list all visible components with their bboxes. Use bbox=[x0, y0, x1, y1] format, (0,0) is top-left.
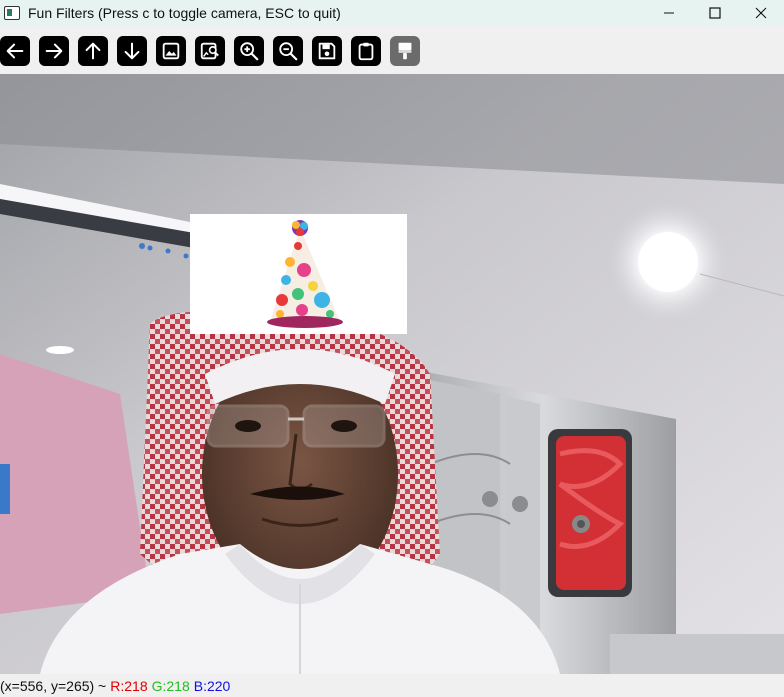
arrow-up-icon bbox=[85, 42, 101, 60]
pan-right-button[interactable] bbox=[39, 36, 69, 66]
party-hat-icon bbox=[190, 214, 407, 334]
arrow-down-icon bbox=[124, 42, 140, 60]
pixel-blue-value: B:220 bbox=[193, 677, 231, 694]
pan-left-button[interactable] bbox=[0, 36, 30, 66]
pixel-red-value: R:218 bbox=[110, 677, 148, 694]
zoom-out-icon bbox=[279, 42, 298, 61]
image-zoom-icon bbox=[200, 42, 219, 60]
copy-clipboard-button[interactable] bbox=[351, 36, 381, 66]
webcam-canvas[interactable] bbox=[0, 74, 784, 674]
save-icon bbox=[318, 42, 336, 60]
cursor-coords: (x=556, y=265) ~ bbox=[0, 677, 107, 694]
brush-icon bbox=[398, 42, 412, 60]
toolbar bbox=[0, 26, 784, 74]
pan-down-button[interactable] bbox=[117, 36, 147, 66]
pixel-green-value: G:218 bbox=[151, 677, 190, 694]
app-icon bbox=[4, 6, 20, 20]
maximize-button[interactable] bbox=[692, 0, 738, 26]
arrow-left-icon bbox=[6, 43, 24, 59]
minimize-button[interactable] bbox=[646, 0, 692, 26]
status-bar: (x=556, y=265) ~ R:218 G:218 B:220 bbox=[0, 674, 784, 697]
maximize-icon bbox=[709, 7, 721, 19]
properties-button[interactable] bbox=[390, 36, 420, 66]
zoom-original-button[interactable] bbox=[195, 36, 225, 66]
minimize-icon bbox=[664, 12, 674, 14]
save-button[interactable] bbox=[312, 36, 342, 66]
webcam-feed bbox=[0, 74, 784, 674]
image-icon bbox=[162, 42, 180, 60]
arrow-right-icon bbox=[45, 43, 63, 59]
pan-up-button[interactable] bbox=[78, 36, 108, 66]
zoom-out-button[interactable] bbox=[273, 36, 303, 66]
zoom-in-icon bbox=[240, 42, 259, 61]
window-title: Fun Filters (Press c to toggle camera, E… bbox=[28, 5, 341, 21]
close-icon bbox=[755, 7, 767, 19]
title-bar: Fun Filters (Press c to toggle camera, E… bbox=[0, 0, 784, 26]
zoom-in-button[interactable] bbox=[234, 36, 264, 66]
close-button[interactable] bbox=[738, 0, 784, 26]
zoom-fit-button[interactable] bbox=[156, 36, 186, 66]
clipboard-icon bbox=[358, 42, 374, 61]
